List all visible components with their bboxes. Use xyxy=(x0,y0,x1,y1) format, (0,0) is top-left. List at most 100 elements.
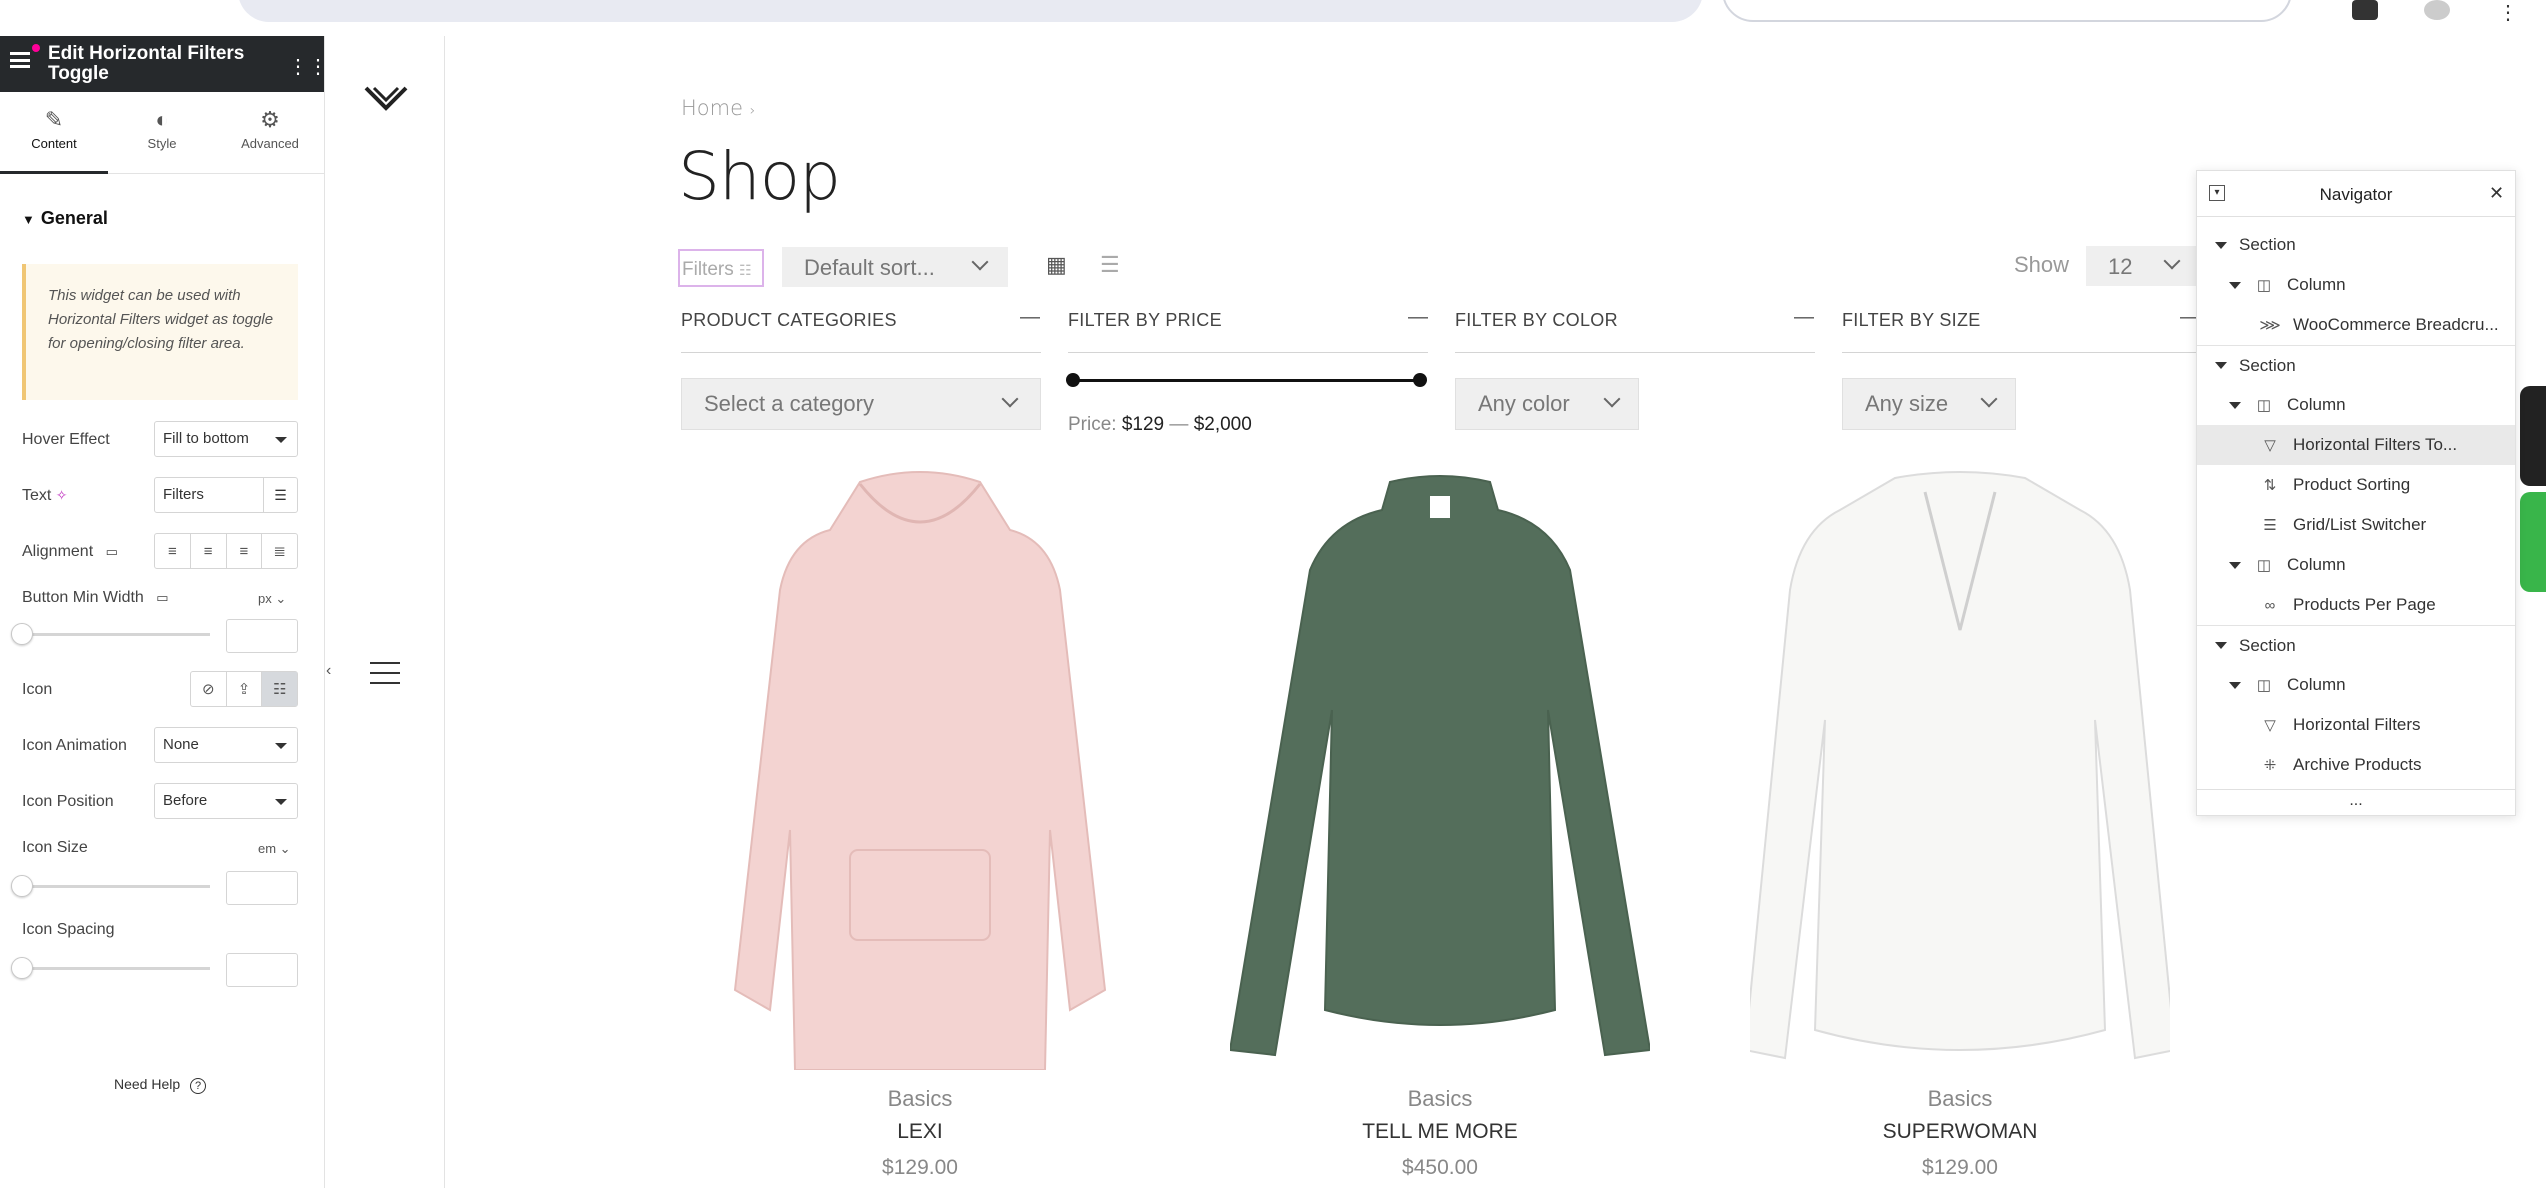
tab-style[interactable]: ◐ Style xyxy=(108,92,216,173)
slider-handle[interactable] xyxy=(11,875,33,897)
price-min-handle[interactable] xyxy=(1066,373,1080,387)
section-general[interactable]: ▼ General xyxy=(22,208,108,229)
button-min-width-input[interactable] xyxy=(226,619,298,653)
product-category[interactable]: Basics xyxy=(1750,1086,2170,1112)
navigator-item-label: Column xyxy=(2287,275,2346,294)
slider-handle[interactable] xyxy=(11,957,33,979)
no-icon-icon[interactable]: ⊘ xyxy=(191,672,227,706)
collapse-icon[interactable]: — xyxy=(1020,306,1040,329)
breadcrumb: Home › xyxy=(681,96,755,120)
navigator-item[interactable]: ◫ Column xyxy=(2197,385,2515,425)
desktop-icon[interactable]: ▭ xyxy=(156,590,168,605)
list-view-icon[interactable]: ☰ xyxy=(1100,252,1120,278)
expand-toggle-icon[interactable] xyxy=(2229,561,2241,569)
upload-icon[interactable]: ⇪ xyxy=(227,672,263,706)
price-max-handle[interactable] xyxy=(1413,373,1427,387)
close-icon[interactable]: ✕ xyxy=(2489,183,2504,204)
unit-selector[interactable]: em ⌄ xyxy=(258,841,291,857)
tab-content[interactable]: ✎ Content xyxy=(0,92,108,174)
align-justify-icon[interactable]: ≣ xyxy=(262,534,297,568)
align-center-icon[interactable]: ≡ xyxy=(191,534,227,568)
chevron-down-icon[interactable] xyxy=(362,82,408,111)
expand-toggle-icon[interactable] xyxy=(2229,401,2241,409)
align-right-icon[interactable]: ≡ xyxy=(227,534,263,568)
price-range-text: Price: $129 — $2,000 xyxy=(1068,414,1252,436)
icon-spacing-slider[interactable] xyxy=(22,967,210,970)
column-icon: ◫ xyxy=(2256,557,2272,574)
expand-toggle-icon[interactable] xyxy=(2229,281,2241,289)
collapse-icon[interactable]: — xyxy=(1794,306,1814,329)
per-page-select[interactable]: 12 xyxy=(2086,246,2196,286)
button-min-width-slider[interactable] xyxy=(22,633,210,636)
product-card[interactable]: Basics SUPERWOMAN $129.00 xyxy=(1743,470,2177,1179)
navigator-item[interactable]: Section xyxy=(2197,225,2515,265)
price-range-slider[interactable] xyxy=(1074,379,1420,382)
navigator-item[interactable]: ⋙ WooCommerce Breadcru... xyxy=(2197,305,2515,345)
navigator-item[interactable]: ☰ Grid/List Switcher xyxy=(2197,505,2515,545)
navigator-item[interactable]: ◫ Column xyxy=(2197,545,2515,585)
expand-toggle-icon[interactable] xyxy=(2215,362,2227,369)
tab-advanced[interactable]: ⚙ Advanced xyxy=(216,92,324,173)
side-tab-green[interactable] xyxy=(2520,492,2546,592)
size-select[interactable]: Any size xyxy=(1842,378,2016,430)
expand-toggle-icon[interactable] xyxy=(2215,241,2227,249)
product-image[interactable] xyxy=(1743,470,2177,1070)
icon-size-slider[interactable] xyxy=(22,885,210,888)
desktop-icon[interactable]: ▭ xyxy=(106,544,118,559)
navigator-item[interactable]: ⇅ Product Sorting xyxy=(2197,465,2515,505)
product-card[interactable]: Basics LEXI $129.00 xyxy=(710,470,1130,1179)
product-name[interactable]: SUPERWOMAN xyxy=(1750,1120,2170,1144)
icon-spacing-input[interactable] xyxy=(226,953,298,987)
info-note: This widget can be used with Horizontal … xyxy=(22,264,298,400)
hamburger-menu-icon[interactable] xyxy=(10,52,30,68)
icon-animation-select[interactable]: None xyxy=(154,727,298,763)
product-name[interactable]: TELL ME MORE xyxy=(1230,1120,1650,1144)
product-category[interactable]: Basics xyxy=(1230,1086,1650,1112)
breadcrumb-home[interactable]: Home xyxy=(681,96,743,120)
slider-handle[interactable] xyxy=(11,623,33,645)
avatar[interactable] xyxy=(2424,0,2450,20)
category-select[interactable]: Select a category xyxy=(681,378,1041,430)
product-image[interactable] xyxy=(1228,470,1652,1070)
resize-handle[interactable]: ... xyxy=(2197,789,2515,810)
address-bar[interactable] xyxy=(238,0,1703,22)
navigator-item[interactable]: ∞ Products Per Page xyxy=(2197,585,2515,625)
sort-select[interactable]: Default sort... xyxy=(782,247,1008,287)
product-card[interactable]: Basics TELL ME MORE $450.00 xyxy=(1228,470,1652,1179)
product-image[interactable] xyxy=(710,470,1130,1071)
menu-icon[interactable] xyxy=(370,662,400,684)
need-help-link[interactable]: Need Help ? xyxy=(114,1076,207,1094)
product-category[interactable]: Basics xyxy=(710,1086,1130,1112)
navigator-item[interactable]: Section xyxy=(2197,625,2515,665)
hover-effect-select[interactable]: Fill to bottom xyxy=(154,421,298,457)
grid-view-icon[interactable]: ▦ xyxy=(1046,252,1067,278)
price-separator: — xyxy=(1169,414,1189,435)
navigator-item[interactable]: Section xyxy=(2197,345,2515,385)
collapse-icon[interactable]: — xyxy=(1408,306,1428,329)
navigator-item[interactable]: ◫ Column xyxy=(2197,665,2515,705)
profile-icon[interactable] xyxy=(2352,0,2378,20)
navigator-item[interactable]: ▽ Horizontal Filters To... xyxy=(2197,425,2515,465)
dynamic-tags-icon[interactable]: ☰ xyxy=(263,478,297,512)
product-price: $129.00 xyxy=(882,1156,958,1179)
collapse-panel-icon[interactable]: ‹ xyxy=(326,662,340,692)
unit-selector[interactable]: px ⌄ xyxy=(258,591,286,607)
filter-sliders-icon[interactable]: ☷ xyxy=(262,672,298,706)
product-name[interactable]: LEXI xyxy=(710,1120,1130,1144)
navigator-item-label: Horizontal Filters xyxy=(2293,715,2421,734)
text-input[interactable]: Filters xyxy=(163,486,204,503)
side-tab-dark[interactable] xyxy=(2520,386,2546,486)
filters-toggle-button[interactable]: Filters ☷ xyxy=(678,249,764,287)
icon-position-select[interactable]: Before xyxy=(154,783,298,819)
expand-toggle-icon[interactable] xyxy=(2229,681,2241,689)
menu-dots-icon[interactable]: ⋮ xyxy=(2498,0,2518,25)
ai-sparkle-icon[interactable]: ✧ xyxy=(56,487,68,503)
navigator-item[interactable]: ◫ Column xyxy=(2197,265,2515,305)
icon-size-input[interactable] xyxy=(226,871,298,905)
color-select[interactable]: Any color xyxy=(1455,378,1639,430)
question-icon: ? xyxy=(190,1078,207,1094)
navigator-item[interactable]: ⁜ Archive Products xyxy=(2197,745,2515,785)
navigator-item[interactable]: ▽ Horizontal Filters xyxy=(2197,705,2515,745)
align-left-icon[interactable]: ≡ xyxy=(155,534,191,568)
expand-toggle-icon[interactable] xyxy=(2215,642,2227,649)
